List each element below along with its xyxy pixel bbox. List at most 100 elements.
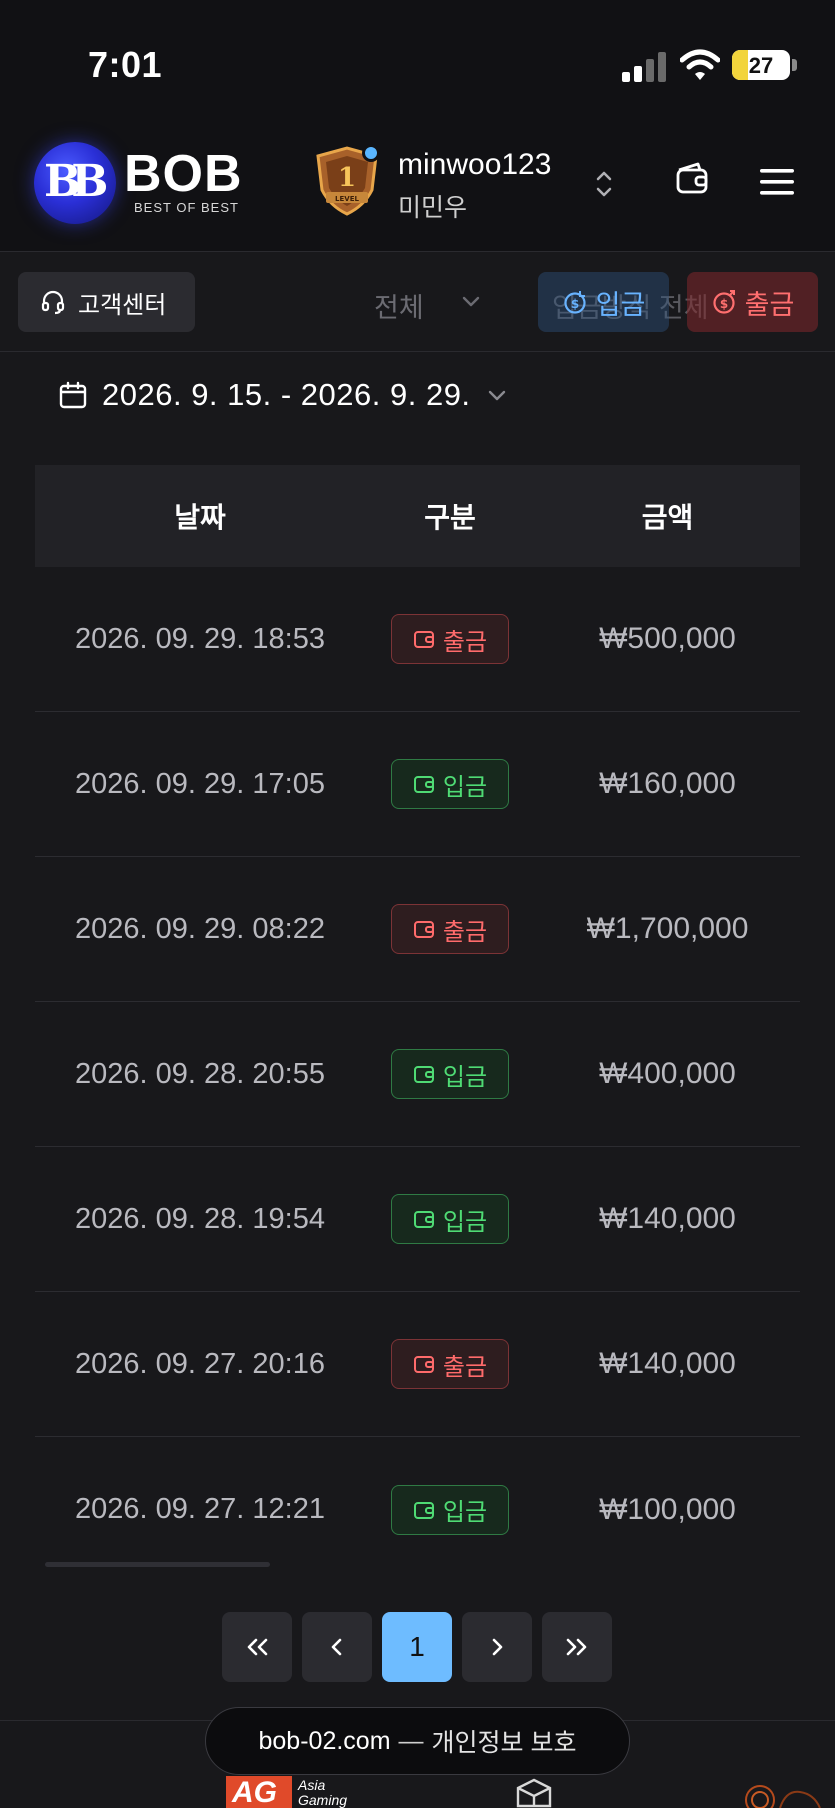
wifi-icon (680, 49, 720, 80)
prev-page-button[interactable] (302, 1612, 372, 1682)
row-amount: ₩1,700,000 (586, 912, 749, 945)
row-amount: ₩400,000 (599, 1057, 736, 1090)
chevron-updown-icon[interactable] (594, 168, 614, 200)
chevron-left-icon (331, 1638, 342, 1656)
battery-percent: 27 (748, 53, 774, 78)
double-chevron-left-icon (247, 1638, 268, 1656)
withdraw-badge: 출금 (391, 904, 509, 954)
headset-icon (41, 290, 65, 315)
url-separator: — (398, 1726, 424, 1755)
row-type-cell: 입금 (365, 1194, 535, 1244)
row-date: 2026. 09. 27. 12:21 (75, 1493, 325, 1525)
wallet-icon (413, 1211, 434, 1228)
table-body: 2026. 09. 29. 18:53 출금 ₩500,000 2026. 09. 2… (35, 567, 800, 1582)
last-page-button[interactable] (542, 1612, 612, 1682)
asia-gaming-logo: AG Asia Gaming (226, 1776, 348, 1808)
table-row[interactable]: 2026. 09. 29. 08:22 출금 ₩1,700,000 (35, 857, 800, 1002)
dice-provider-logo-icon (516, 1778, 552, 1808)
ag-logo-text: Asia Gaming (298, 1777, 348, 1808)
level-badge-text: LEVEL (335, 195, 359, 203)
bob-logo-icon[interactable]: BB (34, 142, 116, 224)
username[interactable]: minwoo123 (398, 148, 551, 182)
badge-label: 출금 (442, 628, 488, 656)
logo-mark: BB (44, 156, 108, 207)
status-bar: 7:01 27 (0, 0, 835, 120)
chevron-down-icon (488, 390, 505, 401)
withdraw-coin-icon: $ (713, 290, 735, 314)
date-range-picker[interactable]: 2026. 9. 15. - 2026. 9. 29. (58, 370, 509, 420)
column-header-amount: 금액 (641, 502, 694, 533)
withdraw-badge: 출금 (391, 614, 509, 664)
url-bar[interactable]: bob-02.com — 개인정보 보호 (205, 1707, 630, 1775)
status-time: 7:01 (88, 44, 163, 85)
table-row[interactable]: 2026. 09. 29. 17:05 입금 ₩160,000 (35, 712, 800, 857)
chevron-right-icon (492, 1638, 503, 1656)
row-type-cell: 입금 (365, 1484, 535, 1535)
customer-center-button[interactable]: 고객센터 (18, 272, 195, 332)
row-date: 2026. 09. 29. 18:53 (75, 622, 325, 655)
row-date: 2026. 09. 27. 20:16 (75, 1347, 325, 1380)
date-range-text: 2026. 9. 15. - 2026. 9. 29. (102, 377, 471, 412)
hamburger-menu-icon[interactable] (758, 166, 796, 198)
horizontal-scrollbar[interactable] (45, 1562, 270, 1567)
withdraw-badge: 출금 (391, 1339, 509, 1389)
table-row[interactable]: 2026. 09. 28. 19:54 입금 ₩140,000 (35, 1147, 800, 1292)
url-text: bob-02.com (258, 1726, 391, 1755)
app-header: BB BOB BEST OF BEST 1 LEVEL minwoo123 미민… (0, 120, 835, 252)
next-page-button[interactable] (462, 1612, 532, 1682)
customer-center-label: 고객센터 (78, 291, 167, 319)
row-date: 2026. 09. 28. 20:55 (75, 1057, 325, 1090)
badge-label: 출금 (442, 1353, 488, 1381)
table-row[interactable]: 2026. 09. 28. 20:55 입금 ₩400,000 (35, 1002, 800, 1147)
table-header: 날짜 구분 금액 (35, 465, 800, 567)
pagination: 1 (222, 1612, 612, 1682)
wallet-icon (413, 776, 434, 793)
badge-label: 입금 (442, 1063, 488, 1091)
table-row[interactable]: 2026. 09. 27. 12:21 입금 ₩100,000 (35, 1437, 800, 1582)
page-button-current[interactable]: 1 (382, 1612, 452, 1682)
row-type-cell: 출금 (365, 1339, 535, 1389)
deposit-coin-icon: $ (564, 291, 586, 314)
logo-tagline: BEST OF BEST (134, 200, 239, 215)
svg-text:$: $ (719, 297, 727, 311)
wallet-icon (413, 1066, 434, 1083)
table-row[interactable]: 2026. 09. 27. 20:16 출금 ₩140,000 (35, 1292, 800, 1437)
withdraw-label: 출금 (744, 289, 795, 320)
battery-icon: 27 (732, 50, 790, 80)
wallet-icon (413, 631, 434, 648)
badge-label: 입금 (442, 1499, 488, 1526)
nickname: 미민우 (398, 194, 468, 222)
row-date: 2026. 09. 28. 19:54 (75, 1202, 325, 1235)
double-chevron-right-icon (566, 1638, 587, 1656)
deposit-badge: 입금 (391, 1484, 509, 1535)
svg-text:$: $ (570, 297, 578, 311)
first-page-button[interactable] (222, 1612, 292, 1682)
deposit-button[interactable]: $ 입금 (538, 272, 669, 332)
row-amount: ₩160,000 (599, 767, 736, 800)
row-type-cell: 출금 (365, 614, 535, 664)
wallet-icon (413, 1356, 434, 1373)
column-header-date: 날짜 (174, 502, 226, 533)
badge-label: 입금 (442, 773, 488, 801)
withdraw-button[interactable]: $ 출금 (687, 272, 818, 332)
row-amount: ₩140,000 (599, 1347, 736, 1380)
row-amount: ₩100,000 (599, 1492, 736, 1526)
type-filter-select[interactable]: 전체 (374, 286, 424, 325)
wallet-icon[interactable] (674, 160, 710, 196)
table-row[interactable]: 2026. 09. 29. 18:53 출금 ₩500,000 (35, 567, 800, 712)
filter-toolbar: 고객센터 전체 입금방식 전체 $ 입금 $ 출금 (0, 252, 835, 352)
battery-tip (792, 59, 797, 71)
transaction-table: 날짜 구분 금액 2026. 09. 29. 18:53 출금 ₩500,000 20… (35, 465, 800, 1582)
logo-wordmark[interactable]: BOB (124, 144, 243, 204)
badge-label: 출금 (442, 918, 488, 946)
row-type-cell: 입금 (365, 759, 535, 809)
ag-logo-mark: AG (226, 1776, 292, 1808)
chevron-down-icon[interactable] (460, 290, 482, 312)
og-provider-logo-icon (745, 1785, 821, 1808)
notification-dot (362, 144, 380, 162)
row-amount: ₩140,000 (599, 1202, 736, 1235)
row-date: 2026. 09. 29. 08:22 (75, 912, 325, 945)
column-header-type: 구분 (424, 502, 476, 533)
row-type-cell: 출금 (365, 904, 535, 954)
deposit-label: 입금 (595, 289, 646, 320)
